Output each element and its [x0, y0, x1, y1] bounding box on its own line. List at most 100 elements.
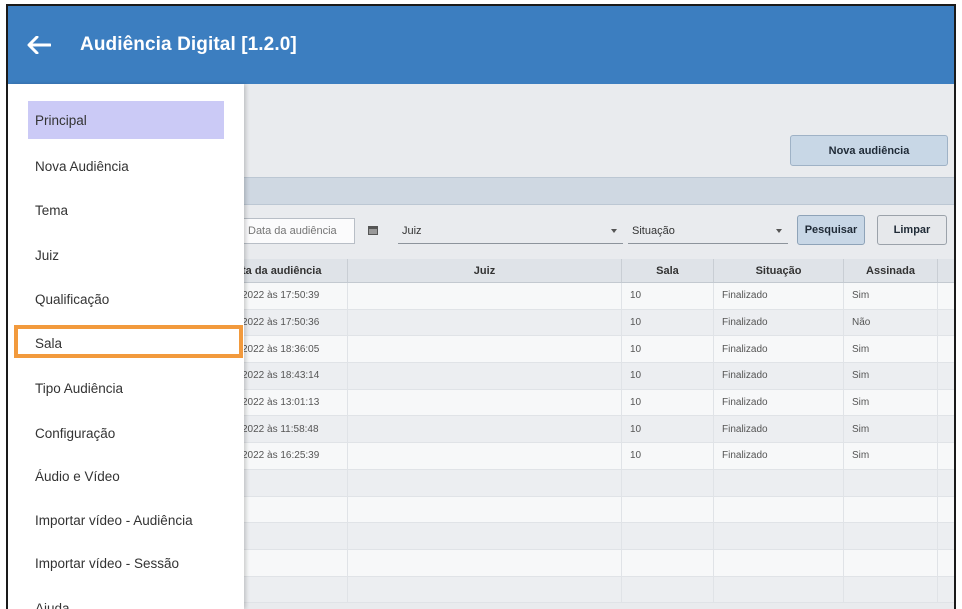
cell-spacer	[938, 497, 954, 523]
table-row[interactable]: 2022 às 13:01:13 10 Finalizado Sim	[228, 389, 954, 417]
chevron-down-icon	[611, 229, 617, 233]
status-select[interactable]: Situação	[628, 218, 788, 244]
cell-status: Finalizado	[714, 283, 844, 309]
nav-item-label: Configuração	[35, 425, 116, 441]
cell-spacer	[938, 283, 954, 309]
nav-item-label: Qualificação	[35, 291, 110, 307]
cell-spacer	[938, 390, 954, 416]
cell-judge	[348, 416, 622, 443]
nav-item-importar-video-sessao[interactable]: Importar vídeo - Sessão	[28, 544, 224, 582]
section-header-bar	[228, 177, 954, 205]
cell-room	[622, 496, 714, 523]
table-row[interactable]: 2022 às 17:50:39 10 Finalizado Sim	[228, 283, 954, 310]
cell-status: Finalizado	[714, 336, 844, 363]
cell-status: Finalizado	[714, 309, 844, 336]
nav-item-tipo-audiencia[interactable]: Tipo Audiência	[28, 369, 224, 407]
hearings-table: ta da audiência Juiz Sala Situação Assin…	[228, 259, 954, 604]
table-row[interactable]	[228, 549, 954, 577]
cell-room: 10	[622, 389, 714, 416]
cell-spacer	[938, 310, 954, 336]
filter-bar: Juiz Situação Pesquisar Limpar	[228, 214, 954, 254]
cell-date: 2022 às 11:58:48	[228, 416, 348, 443]
nav-item-tema[interactable]: Tema	[28, 191, 224, 229]
nav-item-qualificacao[interactable]: Qualificação	[28, 280, 224, 318]
cell-status	[714, 549, 844, 576]
cell-signed: Sim	[844, 389, 938, 416]
table-row[interactable]: 2022 às 18:36:05 10 Finalizado Sim	[228, 336, 954, 364]
cell-room	[622, 469, 714, 496]
cell-judge	[348, 443, 622, 469]
cell-date: 2022 às 13:01:13	[228, 389, 348, 416]
table-row[interactable]: 2022 às 18:43:14 10 Finalizado Sim	[228, 363, 954, 390]
cell-date	[228, 496, 348, 523]
cell-date	[228, 549, 348, 576]
cell-judge	[348, 336, 622, 363]
cell-status: Finalizado	[714, 363, 844, 389]
cell-status	[714, 469, 844, 496]
judge-select[interactable]: Juiz	[398, 218, 623, 244]
chevron-down-icon	[776, 229, 782, 233]
back-arrow-icon[interactable]	[24, 30, 54, 60]
cell-status: Finalizado	[714, 416, 844, 443]
cell-date: 2022 às 17:50:36	[228, 309, 348, 336]
cell-room: 10	[622, 363, 714, 389]
cell-date	[228, 469, 348, 496]
cell-judge	[348, 389, 622, 416]
cell-date: 2022 às 17:50:39	[228, 283, 348, 309]
column-header-room[interactable]: Sala	[622, 259, 714, 282]
cell-spacer	[938, 523, 954, 549]
cell-spacer	[938, 577, 954, 603]
table-body: 2022 às 17:50:39 10 Finalizado Sim 2022 às 1…	[228, 283, 954, 604]
cell-date	[228, 576, 348, 603]
cell-date: 2022 às 16:25:39	[228, 443, 348, 469]
app-header: Audiência Digital [1.2.0]	[8, 6, 954, 84]
table-row[interactable]	[228, 523, 954, 550]
cell-signed	[844, 523, 938, 549]
nav-item-principal[interactable]: Principal	[28, 101, 224, 139]
table-row[interactable]	[228, 496, 954, 524]
search-button[interactable]: Pesquisar	[797, 215, 865, 245]
column-header-status[interactable]: Situação	[714, 259, 844, 282]
table-row[interactable]: 2022 às 11:58:48 10 Finalizado Sim	[228, 416, 954, 444]
table-row[interactable]: 2022 às 16:25:39 10 Finalizado Sim	[228, 443, 954, 470]
calendar-icon[interactable]	[365, 222, 381, 238]
table-row[interactable]	[228, 576, 954, 604]
cell-signed	[844, 496, 938, 523]
cell-date	[228, 523, 348, 549]
nav-item-configuracao[interactable]: Configuração	[28, 414, 224, 452]
cell-status	[714, 576, 844, 603]
column-header-judge[interactable]: Juiz	[348, 259, 622, 282]
table-header: ta da audiência Juiz Sala Situação Assin…	[228, 259, 954, 283]
cell-room	[622, 549, 714, 576]
cell-room: 10	[622, 416, 714, 443]
cell-judge	[348, 469, 622, 496]
column-header-date[interactable]: ta da audiência	[228, 259, 348, 282]
cell-status: Finalizado	[714, 443, 844, 469]
cell-signed: Sim	[844, 416, 938, 443]
table-row[interactable]: 2022 às 17:50:36 10 Finalizado Não	[228, 309, 954, 337]
judge-select-value: Juiz	[402, 225, 422, 237]
cell-room: 10	[622, 443, 714, 469]
table-row[interactable]	[228, 469, 954, 497]
nav-item-label: Nova Audiência	[35, 158, 129, 174]
column-header-signed[interactable]: Assinada	[844, 259, 938, 282]
cell-signed: Não	[844, 309, 938, 336]
app-window: Audiência Digital [1.2.0] Nova audiência…	[6, 4, 956, 609]
nav-item-juiz[interactable]: Juiz	[28, 236, 224, 274]
cell-room: 10	[622, 309, 714, 336]
cell-judge	[348, 523, 622, 549]
column-header-spacer	[938, 259, 954, 282]
hearing-date-input[interactable]	[240, 218, 355, 244]
nav-item-nova-audiencia[interactable]: Nova Audiência	[28, 147, 224, 185]
nav-item-importar-video-audiencia[interactable]: Importar vídeo - Audiência	[28, 501, 224, 539]
cell-room: 10	[622, 283, 714, 309]
nav-item-ajuda[interactable]: Ajuda	[28, 589, 224, 609]
cell-judge	[348, 283, 622, 309]
new-hearing-button[interactable]: Nova audiência	[790, 135, 948, 166]
cell-signed: Sim	[844, 283, 938, 309]
clear-button[interactable]: Limpar	[877, 215, 947, 245]
nav-item-audio-e-video[interactable]: Áudio e Vídeo	[28, 457, 224, 495]
cell-signed	[844, 576, 938, 603]
cell-status: Finalizado	[714, 389, 844, 416]
nav-item-label: Juiz	[35, 247, 60, 263]
